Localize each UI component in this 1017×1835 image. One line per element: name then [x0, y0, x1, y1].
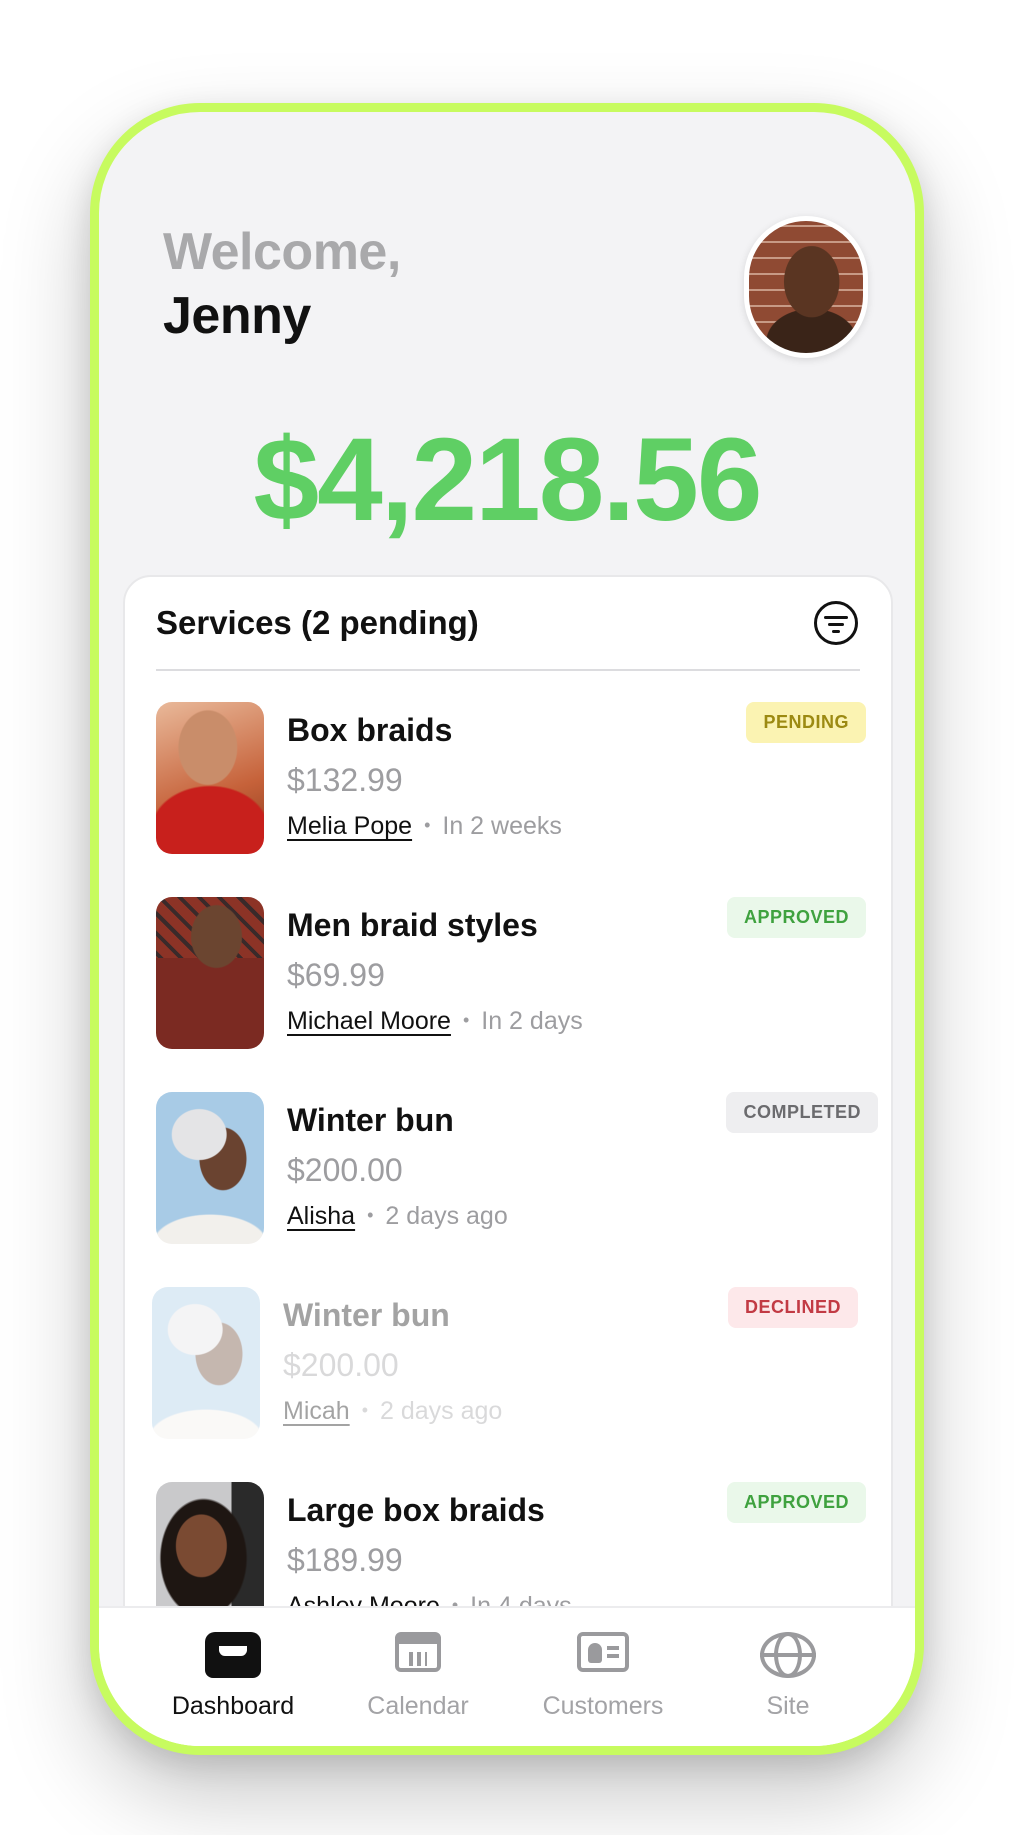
separator-dot: •	[462, 1010, 470, 1030]
globe-icon	[760, 1632, 816, 1678]
client-link[interactable]: Micah	[283, 1397, 350, 1425]
service-meta: Melia Pope • In 2 weeks	[287, 812, 562, 841]
tab-customers[interactable]: Customers	[513, 1632, 693, 1721]
tab-label: Calendar	[367, 1692, 469, 1720]
user-name: Jenny	[163, 287, 311, 345]
phone-frame: Welcome, Jenny $4,218.56 Services (2 pen…	[90, 103, 924, 1755]
service-item[interactable]: Winter bun $200.00 Alisha • 2 days ago COM…	[156, 1092, 878, 1244]
separator-dot: •	[367, 1205, 374, 1225]
service-thumbnail	[156, 897, 264, 1049]
tab-label: Customers	[542, 1692, 664, 1720]
client-link[interactable]: Alisha	[287, 1202, 355, 1230]
greeting-text: Welcome,	[163, 223, 401, 281]
service-name: Men braid styles	[287, 907, 538, 943]
service-name: Winter bun	[283, 1297, 450, 1333]
service-price: $189.99	[287, 1542, 403, 1578]
client-link[interactable]: Michael Moore	[287, 1007, 451, 1035]
service-price: $69.99	[287, 957, 385, 993]
tab-label: Site	[766, 1692, 810, 1720]
service-when: 2 days ago	[385, 1202, 508, 1230]
service-when: 2 days ago	[380, 1397, 503, 1425]
contact-card-icon	[577, 1632, 629, 1672]
service-when: In 2 weeks	[442, 812, 562, 840]
separator-dot: •	[424, 815, 431, 835]
tab-dashboard[interactable]: Dashboard	[143, 1632, 323, 1721]
tab-site[interactable]: Site	[698, 1632, 878, 1721]
status-badge: APPROVED	[726, 897, 866, 938]
service-name: Box braids	[287, 712, 453, 748]
service-meta: Micah • 2 days ago	[283, 1397, 502, 1426]
services-card: Services (2 pending) Box braids $132.99 …	[123, 575, 893, 1746]
status-badge: DECLINED	[727, 1287, 858, 1328]
status-badge: PENDING	[746, 702, 866, 743]
service-item[interactable]: Men braid styles $69.99 Michael Moore • In…	[156, 897, 866, 1049]
service-name: Large box braids	[287, 1492, 545, 1528]
inbox-icon	[205, 1632, 261, 1678]
bottom-tab-bar: Dashboard Calendar Customers Site	[99, 1606, 915, 1746]
service-thumbnail	[152, 1287, 260, 1439]
services-title: Services (2 pending)	[156, 604, 479, 641]
calendar-icon	[395, 1632, 441, 1672]
service-item[interactable]: Box braids $132.99 Melia Pope • In 2 weeks…	[156, 702, 866, 854]
tab-label: Dashboard	[171, 1692, 295, 1720]
status-badge: APPROVED	[726, 1482, 866, 1523]
service-name: Winter bun	[287, 1102, 454, 1138]
client-link[interactable]: Melia Pope	[287, 812, 412, 840]
separator-dot: •	[361, 1400, 368, 1420]
services-header: Services (2 pending)	[156, 577, 860, 671]
status-badge: COMPLETED	[726, 1092, 878, 1133]
service-thumbnail	[156, 1092, 264, 1244]
service-meta: Michael Moore • In 2 days	[287, 1007, 583, 1036]
service-when: In 2 days	[481, 1007, 583, 1035]
profile-avatar[interactable]	[744, 216, 868, 358]
service-meta: Alisha • 2 days ago	[287, 1202, 508, 1231]
service-price: $200.00	[283, 1347, 399, 1383]
welcome-block: Welcome, Jenny	[163, 222, 401, 346]
service-price: $200.00	[287, 1152, 403, 1188]
balance-amount: $4,218.56	[253, 414, 763, 546]
tab-calendar[interactable]: Calendar	[328, 1632, 508, 1721]
service-thumbnail	[156, 702, 264, 854]
filter-icon[interactable]	[814, 601, 858, 645]
service-price: $132.99	[287, 762, 403, 798]
